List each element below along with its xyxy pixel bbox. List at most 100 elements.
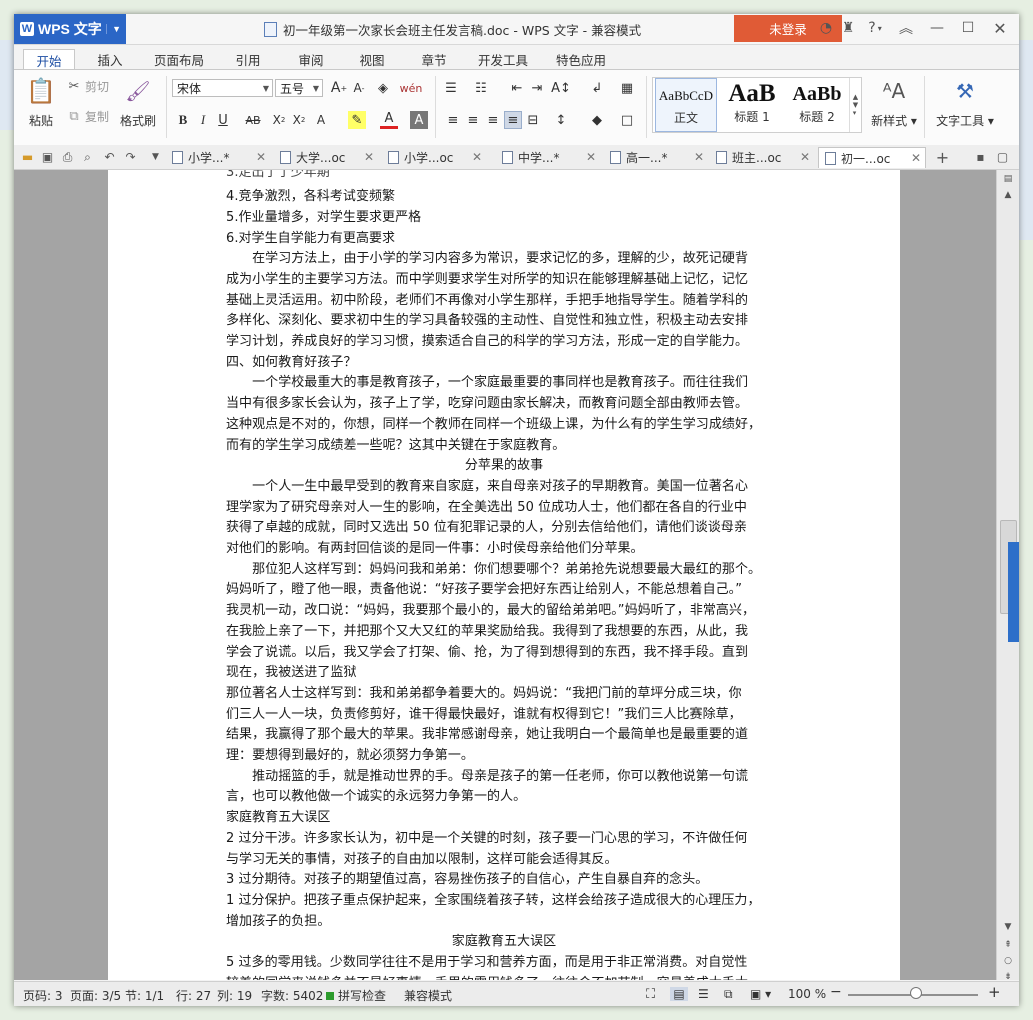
increase-indent-icon[interactable]: ⇥ xyxy=(528,79,546,97)
chinese-layout-icon[interactable]: A↕ xyxy=(551,79,571,97)
undo-icon[interactable]: ↶ xyxy=(101,149,118,165)
skin-icon[interactable]: ◔ xyxy=(815,17,837,39)
highlight-icon[interactable]: ✎ xyxy=(348,111,366,129)
close-tab-icon[interactable]: ✕ xyxy=(586,150,596,164)
doc-tab-5[interactable]: 高一...* ✕ xyxy=(604,147,708,168)
style-heading-1[interactable]: AaB 标题 1 xyxy=(721,78,783,132)
tab-insert[interactable]: 插入 xyxy=(90,49,130,70)
open-folder-icon[interactable]: ▬ xyxy=(19,149,36,165)
tab-options-icon[interactable]: ▢ xyxy=(994,149,1011,165)
close-tab-icon[interactable]: ✕ xyxy=(800,150,810,164)
zoom-in-icon[interactable]: + xyxy=(988,983,1001,1001)
align-left-icon[interactable]: ≡ xyxy=(444,111,462,129)
char-shading-icon[interactable]: A xyxy=(410,111,428,129)
paste-button[interactable]: 📋 粘贴 xyxy=(22,76,60,138)
grow-font-icon[interactable]: A + xyxy=(330,79,348,97)
numbered-list-icon[interactable]: ☷ xyxy=(472,79,490,97)
page-options-icon[interactable]: ▤ xyxy=(1000,172,1016,186)
spell-check-toggle[interactable]: 拼写检查 xyxy=(326,987,386,1004)
superscript-icon[interactable]: X2 xyxy=(270,111,288,129)
justify-icon[interactable]: ≡ xyxy=(504,111,522,129)
tab-list-icon[interactable]: ▪ xyxy=(972,149,989,165)
document-page[interactable]: 3.走出了了少年期 4.竞争激烈，各科考试变频繁 5.作业量增多，对学生要求更严… xyxy=(108,170,900,980)
style-heading-2[interactable]: AaBb 标题 2 xyxy=(785,78,849,132)
zoom-slider-knob[interactable] xyxy=(910,987,922,999)
scroll-up-icon[interactable]: ▲ xyxy=(1000,188,1016,202)
doc-tab-2[interactable]: 大学...oc ✕ xyxy=(274,147,378,168)
close-tab-icon[interactable]: ✕ xyxy=(472,150,482,164)
close-tab-icon[interactable]: ✕ xyxy=(911,151,921,165)
previous-page-icon[interactable]: ⇞ xyxy=(1000,938,1016,952)
tab-chapter[interactable]: 章节 xyxy=(414,49,454,70)
text-effect-icon[interactable]: A xyxy=(312,111,330,129)
tab-home[interactable]: 开始 xyxy=(23,49,75,71)
close-tab-icon[interactable]: ✕ xyxy=(364,150,374,164)
style-normal[interactable]: AaBbCcD 正文 xyxy=(655,78,717,132)
zoom-level[interactable]: 100 % xyxy=(788,987,826,1001)
tab-developer[interactable]: 开发工具 xyxy=(473,49,533,70)
full-screen-icon[interactable]: ⛶ xyxy=(646,987,655,1002)
tab-review[interactable]: 审阅 xyxy=(291,49,331,70)
show-marks-icon[interactable]: ↲ xyxy=(588,79,606,97)
document-body[interactable]: 3.走出了了少年期 4.竞争激烈，各科考试变频繁 5.作业量增多，对学生要求更严… xyxy=(226,170,782,980)
underline-icon[interactable]: U xyxy=(214,111,232,129)
font-name-select[interactable]: 宋体 ▼ xyxy=(172,79,273,97)
distributed-icon[interactable]: ⊟ xyxy=(524,111,542,129)
wps-app-menu-button[interactable]: W WPS 文字 ▼ xyxy=(14,14,126,44)
collapse-ribbon-icon[interactable]: ︽ xyxy=(895,17,917,39)
doc-tab-1[interactable]: 小学...* ✕ xyxy=(166,147,270,168)
table-border-icon[interactable]: ▦ xyxy=(618,79,636,97)
doc-tab-7-active[interactable]: 初一...oc ✕ xyxy=(818,147,926,168)
decrease-indent-icon[interactable]: ⇤ xyxy=(508,79,526,97)
text-tools-button[interactable]: ⚒ 文字工具 ▾ xyxy=(932,76,998,138)
doc-tab-3[interactable]: 小学...oc ✕ xyxy=(382,147,486,168)
tab-view[interactable]: 视图 xyxy=(352,49,392,70)
maximize-icon[interactable]: ☐ xyxy=(957,17,979,39)
shading-icon[interactable]: ◆ xyxy=(588,111,606,129)
tab-special-apps[interactable]: 特色应用 xyxy=(549,49,613,70)
borders-icon[interactable]: □ xyxy=(618,111,636,129)
scroll-down-icon[interactable]: ▼ xyxy=(1000,920,1016,934)
outline-view-icon[interactable]: ☰ xyxy=(698,987,709,1001)
new-style-button[interactable]: ᴬA 新样式 ▾ xyxy=(866,76,922,138)
cut-button[interactable]: ✂ 剪切 xyxy=(66,78,109,95)
subscript-icon[interactable]: X2 xyxy=(290,111,308,129)
print-icon[interactable]: ⎙ xyxy=(59,149,76,165)
copy-button[interactable]: ⧉ 复制 xyxy=(66,108,109,125)
zoom-out-icon[interactable]: − xyxy=(830,984,842,1000)
align-right-icon[interactable]: ≡ xyxy=(484,111,502,129)
print-preview-icon[interactable]: ⌕ xyxy=(79,149,96,165)
new-tab-icon[interactable]: + xyxy=(934,148,951,167)
web-view-icon[interactable]: ⧉ xyxy=(724,987,733,1002)
close-tab-icon[interactable]: ✕ xyxy=(256,150,266,164)
select-browse-object-icon[interactable]: ○ xyxy=(1000,954,1016,968)
font-size-select[interactable]: 五号 ▼ xyxy=(275,79,323,97)
close-icon[interactable]: ✕ xyxy=(989,17,1011,39)
line-spacing-icon[interactable]: ↕ xyxy=(552,111,570,129)
save-icon[interactable]: ▣ xyxy=(39,149,56,165)
shirt-icon[interactable]: ♜ xyxy=(837,17,859,39)
doc-tab-6[interactable]: 班主...oc ✕ xyxy=(710,147,814,168)
close-tab-icon[interactable]: ✕ xyxy=(694,150,704,164)
status-word-count[interactable]: 字数: 5402 xyxy=(261,987,323,1004)
format-painter-button[interactable]: 🖌 格式刷 xyxy=(118,76,158,138)
pinyin-icon[interactable]: wén xyxy=(398,79,424,97)
page-view-icon[interactable]: ▤ xyxy=(670,987,688,1001)
tab-references[interactable]: 引用 xyxy=(228,49,268,70)
redo-icon[interactable]: ↷ xyxy=(122,149,139,165)
strikethrough-icon[interactable]: AB xyxy=(240,111,266,129)
font-color-icon[interactable]: A xyxy=(380,111,398,129)
align-center-icon[interactable]: ≡ xyxy=(464,111,482,129)
italic-icon[interactable]: I xyxy=(194,111,212,129)
clear-format-icon[interactable]: ◈ xyxy=(374,79,392,97)
minimize-icon[interactable]: — xyxy=(926,17,948,39)
tab-page-layout[interactable]: 页面布局 xyxy=(147,49,211,70)
bold-icon[interactable]: B xyxy=(174,111,192,129)
help-icon[interactable]: ? ▾ xyxy=(862,17,888,39)
reading-view-icon[interactable]: ▣ ▾ xyxy=(750,987,771,1001)
quick-access-dropdown-icon[interactable]: ▼ xyxy=(147,149,164,165)
bullet-list-icon[interactable]: ☰ xyxy=(442,79,460,97)
style-gallery-scroll[interactable]: ▲ ▼ ▾ xyxy=(849,78,861,132)
shrink-font-icon[interactable]: A- xyxy=(350,79,368,97)
doc-tab-4[interactable]: 中学...* ✕ xyxy=(496,147,600,168)
